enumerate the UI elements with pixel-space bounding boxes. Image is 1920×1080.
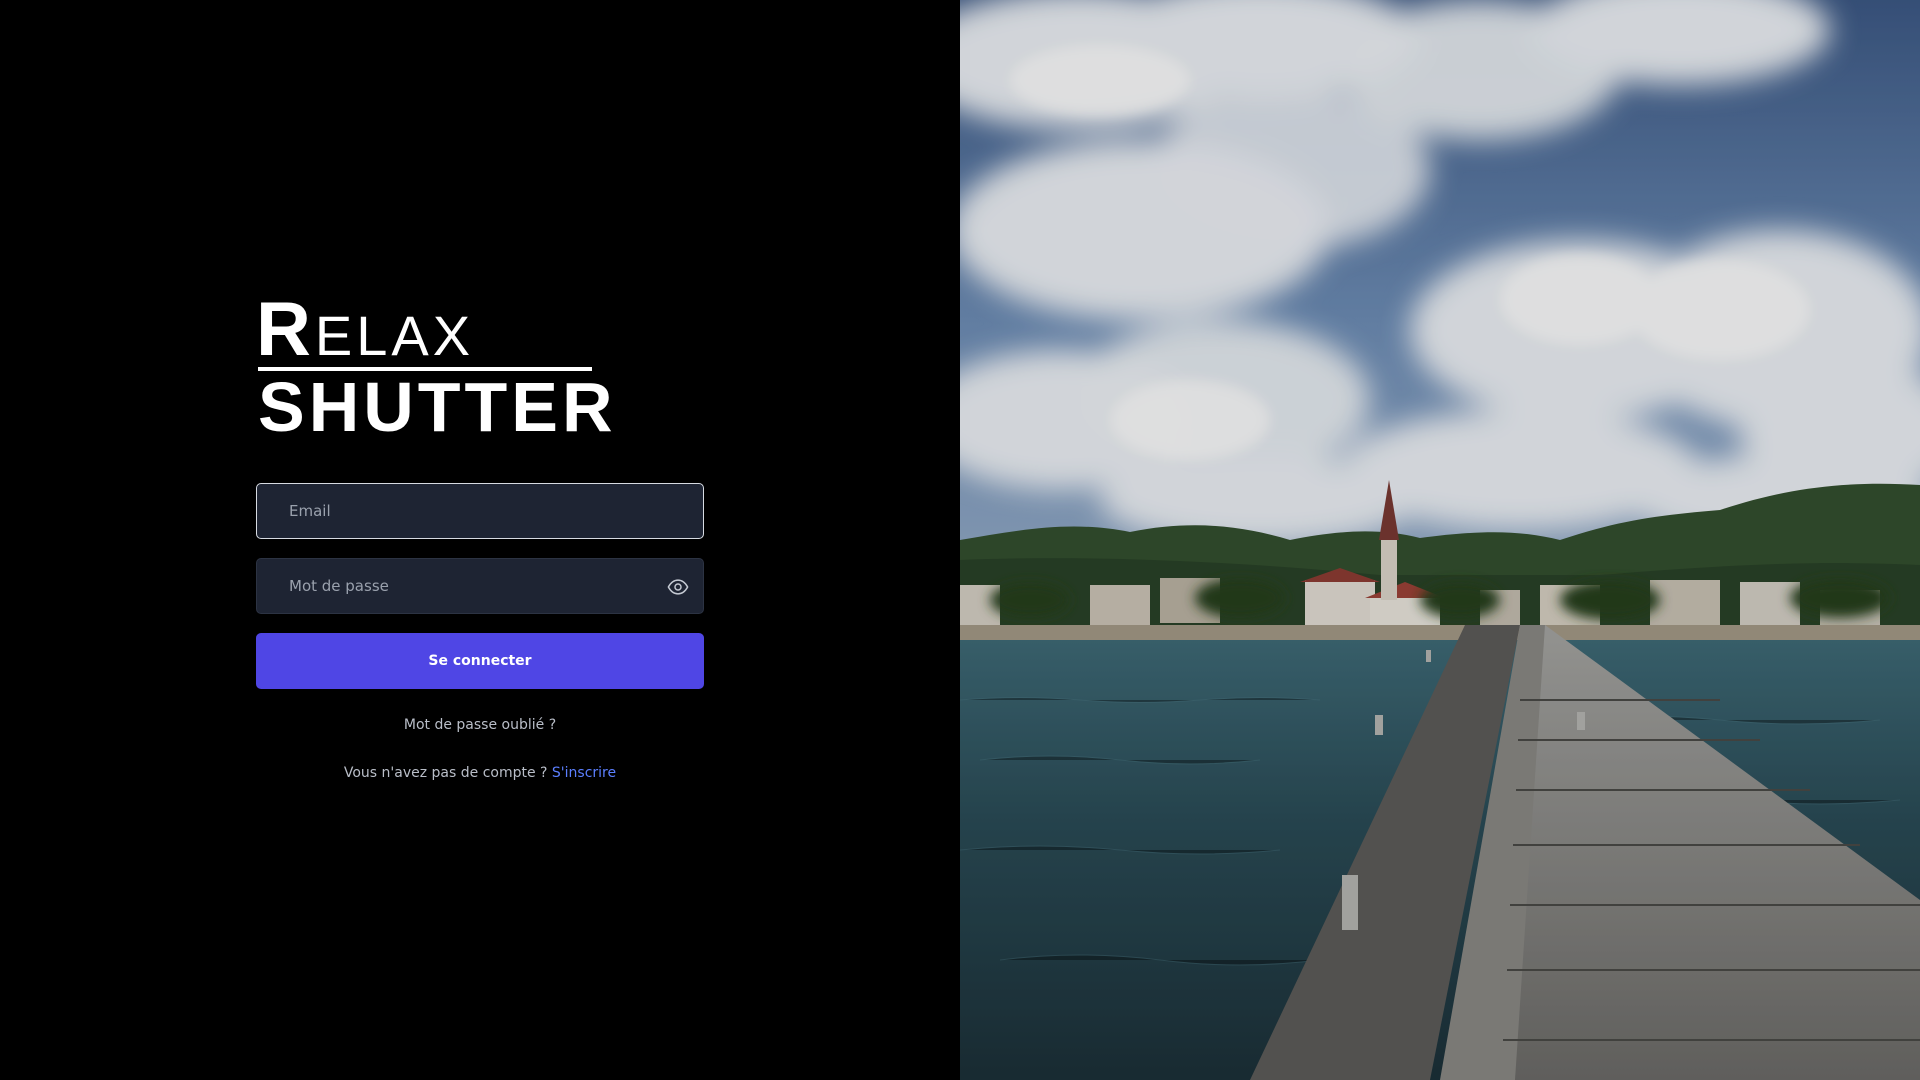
brand-logo: RELAX SHUTTER <box>256 292 616 447</box>
hero-photo <box>960 0 1920 1080</box>
signup-row: Vous n'avez pas de compte ? S'inscrire <box>256 765 704 781</box>
pier-photo-image <box>960 0 1920 1080</box>
signup-prompt: Vous n'avez pas de compte ? <box>343 765 548 781</box>
logo-shutter-text: SHUTTER <box>258 368 617 446</box>
password-input[interactable] <box>257 559 703 613</box>
email-field-wrapper <box>256 483 704 539</box>
login-panel-area: RELAX SHUTTER Se connecter Mot de passe … <box>0 0 960 1080</box>
login-page: RELAX SHUTTER Se connecter Mot de passe … <box>0 0 1920 1080</box>
login-button[interactable]: Se connecter <box>256 633 704 689</box>
logo-relax-text: RELAX <box>256 292 475 371</box>
signup-link[interactable]: S'inscrire <box>552 765 616 781</box>
logo-relax-rest: ELAX <box>314 304 475 367</box>
eye-icon[interactable] <box>667 576 689 598</box>
logo-relax-initial: R <box>256 287 315 372</box>
email-input[interactable] <box>257 484 703 538</box>
login-form-container: RELAX SHUTTER Se connecter Mot de passe … <box>256 292 704 781</box>
forgot-password-link[interactable]: Mot de passe oublié ? <box>256 717 704 733</box>
password-field-wrapper <box>256 558 704 614</box>
